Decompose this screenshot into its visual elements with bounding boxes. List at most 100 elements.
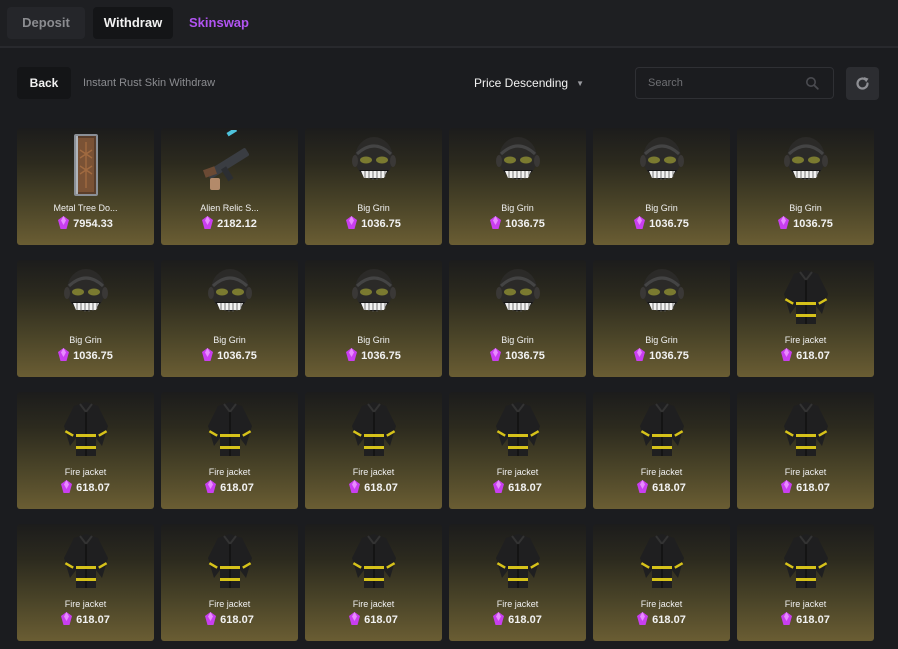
item-card[interactable]: Big Grin 1036.75 (17, 260, 154, 377)
item-card[interactable]: Fire jacket 618.07 (593, 392, 730, 509)
fire-jacket-icon (56, 394, 116, 464)
gem-icon (202, 348, 214, 361)
tab-withdraw[interactable]: Withdraw (93, 7, 173, 39)
item-card[interactable]: Big Grin 1036.75 (161, 260, 298, 377)
item-card[interactable]: Fire jacket 618.07 (737, 392, 874, 509)
item-price-value: 618.07 (652, 482, 686, 494)
fire-jacket-icon (200, 394, 260, 464)
fire-jacket-icon (488, 526, 548, 596)
item-price-value: 1036.75 (505, 350, 545, 362)
back-button[interactable]: Back (17, 67, 71, 99)
search-input[interactable] (636, 68, 796, 98)
item-card[interactable]: Fire jacket 618.07 (161, 392, 298, 509)
item-card[interactable]: Fire jacket 618.07 (737, 260, 874, 377)
item-card[interactable]: Fire jacket 618.07 (305, 392, 442, 509)
item-card[interactable]: Big Grin 1036.75 (737, 128, 874, 245)
item-name: Fire jacket (64, 467, 107, 477)
tab-skinswap[interactable]: Skinswap (180, 7, 258, 39)
item-price-value: 618.07 (220, 482, 254, 494)
item-price: 618.07 (737, 480, 874, 494)
item-card[interactable]: Alien Relic S... 2182.12 (161, 128, 298, 245)
item-name: Big Grin (357, 335, 390, 345)
fire-jacket-icon (632, 526, 692, 596)
item-name: Big Grin (501, 203, 534, 213)
gem-icon (58, 216, 70, 229)
item-price: 618.07 (737, 348, 874, 362)
item-price: 618.07 (17, 480, 154, 494)
item-price-value: 1036.75 (73, 350, 113, 362)
item-card[interactable]: Big Grin 1036.75 (305, 260, 442, 377)
search-icon[interactable] (805, 76, 819, 90)
item-price-value: 618.07 (508, 614, 542, 626)
item-price: 618.07 (737, 612, 874, 626)
fire-jacket-icon (632, 394, 692, 464)
fire-jacket-icon (488, 394, 548, 464)
item-card[interactable]: Fire jacket 618.07 (737, 524, 874, 641)
item-name: Fire jacket (208, 599, 251, 609)
item-price: 618.07 (305, 612, 442, 626)
item-price: 1036.75 (737, 216, 874, 230)
smg-icon (200, 128, 260, 200)
item-price: 618.07 (161, 480, 298, 494)
tab-deposit[interactable]: Deposit (7, 7, 85, 39)
item-price-value: 618.07 (796, 350, 830, 362)
item-card[interactable]: Fire jacket 618.07 (17, 392, 154, 509)
item-price-value: 618.07 (796, 482, 830, 494)
item-price: 2182.12 (161, 216, 298, 230)
item-price-value: 2182.12 (217, 218, 257, 230)
big-grin-mask-icon (632, 262, 692, 332)
metal-tree-door-icon (56, 130, 116, 200)
item-card[interactable]: Fire jacket 618.07 (17, 524, 154, 641)
item-name: Big Grin (789, 203, 822, 213)
item-price: 1036.75 (449, 348, 586, 362)
big-grin-mask-icon (56, 262, 116, 332)
item-card[interactable]: Fire jacket 618.07 (593, 524, 730, 641)
gem-icon (346, 216, 358, 229)
item-name: Fire jacket (640, 467, 683, 477)
refresh-button[interactable] (846, 67, 879, 100)
item-card[interactable]: Fire jacket 618.07 (449, 392, 586, 509)
item-card[interactable]: Big Grin 1036.75 (593, 128, 730, 245)
item-price: 1036.75 (305, 216, 442, 230)
search-box (635, 67, 834, 99)
gem-icon (349, 480, 361, 493)
big-grin-mask-icon (344, 262, 404, 332)
gem-icon (634, 216, 646, 229)
item-card[interactable]: Big Grin 1036.75 (449, 128, 586, 245)
item-price: 618.07 (449, 480, 586, 494)
item-card[interactable]: Big Grin 1036.75 (305, 128, 442, 245)
item-price-value: 618.07 (76, 614, 110, 626)
item-card[interactable]: Fire jacket 618.07 (449, 524, 586, 641)
item-card[interactable]: Fire jacket 618.07 (305, 524, 442, 641)
item-name: Fire jacket (784, 335, 827, 345)
tab-bar: Deposit Withdraw Skinswap (0, 0, 898, 48)
item-card[interactable]: Big Grin 1036.75 (593, 260, 730, 377)
fire-jacket-icon (200, 526, 260, 596)
item-card[interactable]: Metal Tree Do... 7954.33 (17, 128, 154, 245)
item-name: Big Grin (357, 203, 390, 213)
item-card[interactable]: Big Grin 1036.75 (449, 260, 586, 377)
item-name: Big Grin (645, 335, 678, 345)
sort-label: Price Descending (474, 76, 569, 90)
item-name: Big Grin (213, 335, 246, 345)
sort-dropdown[interactable]: Price Descending ▼ (474, 67, 584, 99)
item-price: 1036.75 (449, 216, 586, 230)
gem-icon (781, 480, 793, 493)
item-price: 618.07 (593, 480, 730, 494)
item-name: Big Grin (645, 203, 678, 213)
item-price-value: 618.07 (796, 614, 830, 626)
gem-icon (490, 348, 502, 361)
item-name: Fire jacket (352, 467, 395, 477)
item-price-value: 1036.75 (649, 350, 689, 362)
item-price-value: 618.07 (508, 482, 542, 494)
gem-icon (61, 612, 73, 625)
caret-down-icon: ▼ (576, 79, 584, 88)
item-name: Metal Tree Do... (53, 203, 118, 213)
item-price: 1036.75 (593, 348, 730, 362)
big-grin-mask-icon (344, 130, 404, 200)
item-card[interactable]: Fire jacket 618.07 (161, 524, 298, 641)
item-name: Fire jacket (496, 599, 539, 609)
item-price: 618.07 (305, 480, 442, 494)
item-name: Fire jacket (496, 467, 539, 477)
item-grid: Metal Tree Do... 7954.33 Alien Relic S..… (17, 128, 874, 641)
